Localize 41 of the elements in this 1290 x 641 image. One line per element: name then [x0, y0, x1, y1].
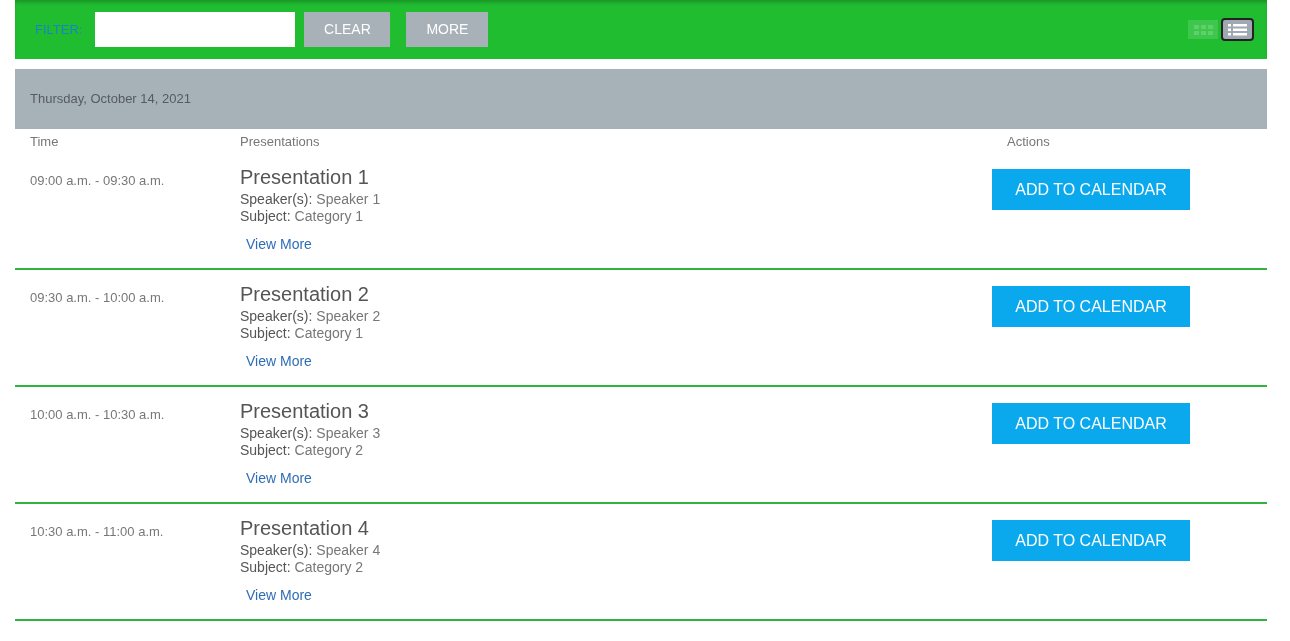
- speaker-label: Speaker(s):: [240, 308, 313, 325]
- column-header: Time: [30, 134, 59, 149]
- speaker-label: Speaker(s):: [240, 191, 313, 208]
- presentation-title: Presentation 2: [240, 282, 369, 306]
- time-range: 10:00 a.m. - 10:30 a.m.: [30, 407, 165, 422]
- time-range: 10:30 a.m. - 11:00 a.m.: [30, 524, 164, 539]
- presentation-title: Presentation 1: [240, 165, 369, 189]
- clear-button[interactable]: CLEAR: [304, 12, 391, 47]
- add-to-calendar-button[interactable]: ADD TO CALENDAR: [992, 286, 1190, 327]
- subject-label: Subject:: [240, 325, 291, 342]
- time-range: 09:00 a.m. - 09:30 a.m.: [30, 173, 165, 188]
- column-header: Actions: [1007, 134, 1050, 149]
- presentation-title: Presentation 3: [240, 399, 369, 423]
- more-button[interactable]: MORE: [406, 12, 489, 47]
- speaker-name: Speaker 4: [316, 542, 381, 559]
- subject-value: Category 2: [294, 559, 364, 576]
- list-view-icon[interactable]: [1221, 18, 1254, 41]
- column-header: Presentations: [240, 134, 320, 149]
- speaker-name: Speaker 3: [316, 425, 381, 442]
- subject-label: Subject:: [240, 442, 291, 459]
- add-to-calendar-button[interactable]: ADD TO CALENDAR: [992, 403, 1190, 444]
- view-more-link[interactable]: View More: [246, 470, 312, 487]
- subject-label: Subject:: [240, 559, 291, 576]
- filter-field[interactable]: [95, 12, 296, 47]
- view-more-link[interactable]: View More: [246, 236, 312, 253]
- filter-label: FILTER:: [35, 20, 83, 39]
- add-to-calendar-button[interactable]: ADD TO CALENDAR: [992, 520, 1190, 561]
- subject-label: Subject:: [240, 208, 291, 225]
- subject-value: Category 1: [294, 325, 364, 342]
- view-more-link[interactable]: View More: [246, 587, 312, 604]
- subject-value: Category 2: [294, 442, 364, 459]
- presentation-title: Presentation 4: [240, 516, 369, 540]
- subject-value: Category 1: [294, 208, 364, 225]
- speaker-name: Speaker 1: [316, 191, 381, 208]
- speaker-label: Speaker(s):: [240, 542, 313, 559]
- time-range: 09:30 a.m. - 10:00 a.m.: [30, 290, 165, 305]
- date-text: Thursday, October 14, 2021: [30, 90, 191, 109]
- speaker-name: Speaker 2: [316, 308, 381, 325]
- view-more-link[interactable]: View More: [246, 353, 312, 370]
- add-to-calendar-button[interactable]: ADD TO CALENDAR: [992, 169, 1190, 210]
- speaker-label: Speaker(s):: [240, 425, 313, 442]
